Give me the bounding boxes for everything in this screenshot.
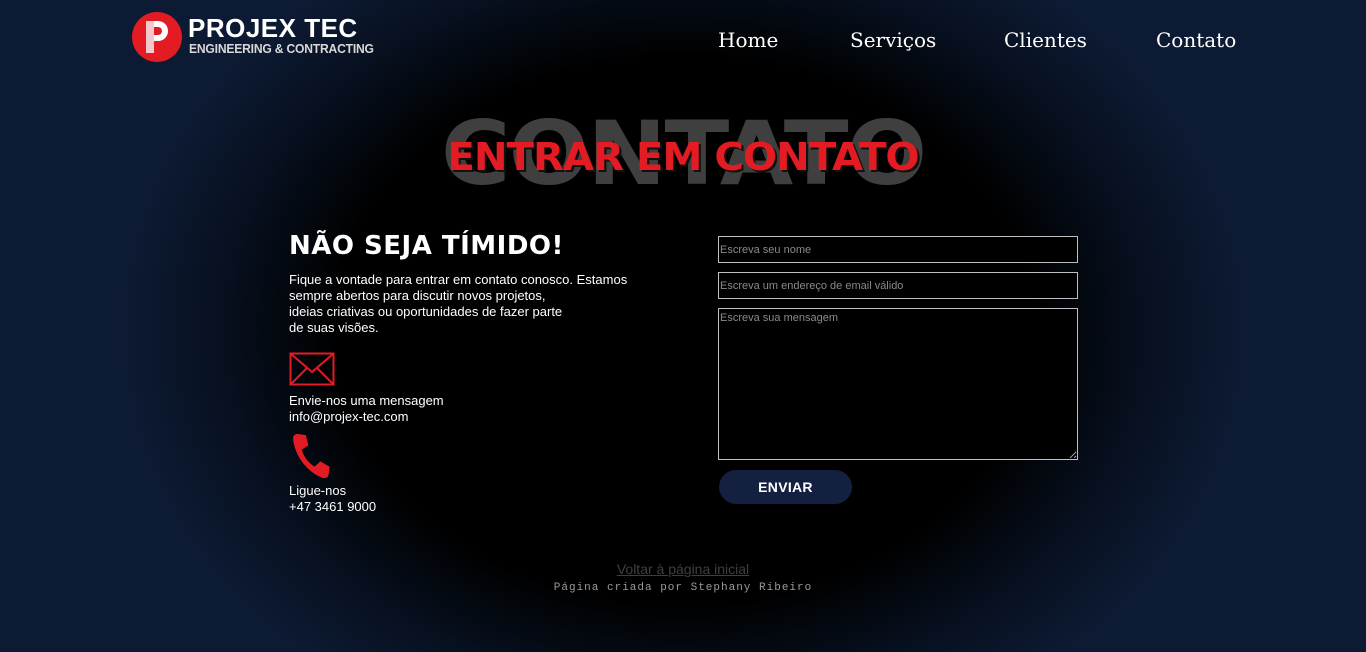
phone-number[interactable]: +47 3461 9000	[289, 499, 376, 515]
brand-logo[interactable]: PROJEX TEC ENGINEERING & CONTRACTING	[132, 12, 374, 64]
logo-title: PROJEX TEC	[188, 13, 358, 43]
send-button[interactable]: ENVIAR	[719, 470, 852, 504]
logo-subtitle: ENGINEERING & CONTRACTING	[189, 41, 374, 56]
page-credit: Página criada por Stephany Ribeiro	[553, 582, 813, 594]
phone-label: Ligue-nos	[289, 483, 347, 498]
intro-line: de suas visões.	[289, 320, 379, 335]
nav-home[interactable]: Home	[718, 26, 778, 54]
mail-icon	[289, 352, 335, 386]
back-to-home-link[interactable]: Voltar à página inicial	[0, 560, 1366, 578]
phone-contact: Ligue-nos +47 3461 9000	[289, 483, 376, 515]
logo-p-glyph	[146, 21, 168, 53]
contact-heading: NÃO SEJA TÍMIDO!	[289, 231, 564, 261]
name-input[interactable]	[718, 236, 1078, 263]
message-textarea[interactable]	[718, 308, 1078, 460]
contact-intro: Fique a vontade para entrar em contato c…	[289, 272, 659, 336]
email-input[interactable]	[718, 272, 1078, 299]
intro-line: sempre abertos para discutir novos proje…	[289, 288, 546, 303]
nav-contato[interactable]: Contato	[1156, 26, 1236, 54]
email-contact: Envie-nos uma mensagem info@projex-tec.c…	[289, 393, 444, 425]
intro-line: ideias criativas ou oportunidades de faz…	[289, 304, 563, 319]
email-label: Envie-nos uma mensagem	[289, 393, 444, 408]
page-title: ENTRAR EM CONTATO	[447, 135, 919, 179]
intro-line: Fique a vontade para entrar em contato c…	[289, 272, 628, 287]
logo-p-icon	[132, 12, 182, 62]
phone-icon	[293, 434, 330, 478]
nav-servicos[interactable]: Serviços	[850, 26, 936, 54]
nav-clientes[interactable]: Clientes	[1004, 26, 1087, 54]
email-address[interactable]: info@projex-tec.com	[289, 409, 444, 425]
